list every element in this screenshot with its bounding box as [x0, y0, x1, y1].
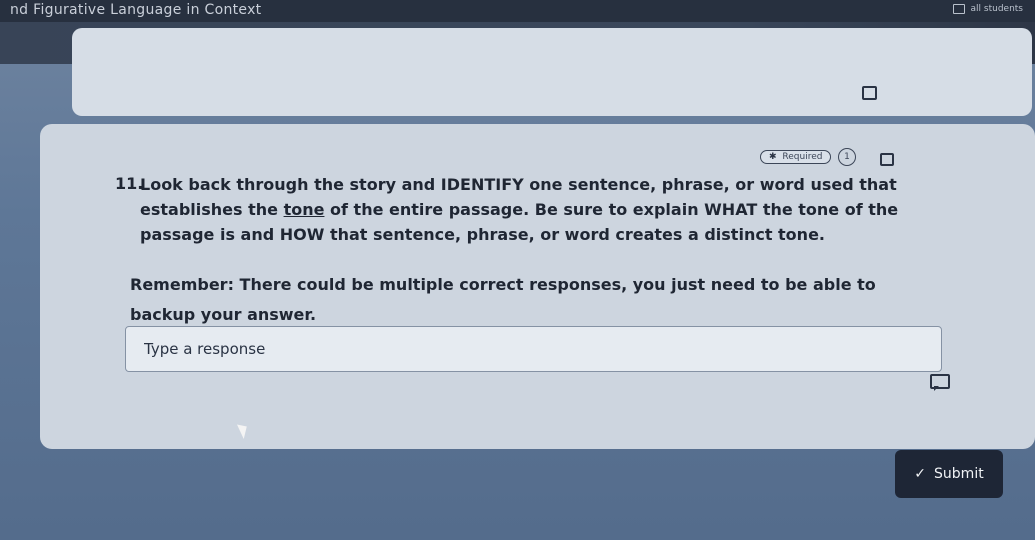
asterisk-icon: ✱ [769, 152, 777, 162]
comment-icon[interactable] [930, 374, 950, 391]
previous-question-card [72, 28, 1032, 116]
submit-label: Submit [934, 466, 984, 482]
page-title: nd Figurative Language in Context [10, 2, 262, 18]
submit-button[interactable]: ✓ Submit [895, 450, 1003, 498]
response-box[interactable] [125, 326, 942, 372]
required-badge: ✱ Required [760, 150, 832, 164]
bookmark-icon[interactable] [880, 153, 894, 166]
points-badge: 1 [838, 148, 856, 166]
top-bar: nd Figurative Language in Context all st… [0, 0, 1035, 22]
window-icon [952, 4, 965, 14]
status-text: all students [970, 4, 1023, 14]
response-input[interactable] [126, 327, 941, 371]
required-label: Required [782, 152, 823, 162]
checkmark-icon: ✓ [914, 466, 927, 482]
question-card: ✱ Required 1 11. Look back through the s… [40, 124, 1035, 449]
question-text-underlined: tone [283, 200, 325, 219]
bookmark-icon[interactable] [862, 86, 877, 100]
question-text: Look back through the story and IDENTIFY… [140, 172, 920, 247]
question-note: Remember: There could be multiple correc… [130, 275, 876, 324]
status-area: all students [952, 4, 1023, 14]
